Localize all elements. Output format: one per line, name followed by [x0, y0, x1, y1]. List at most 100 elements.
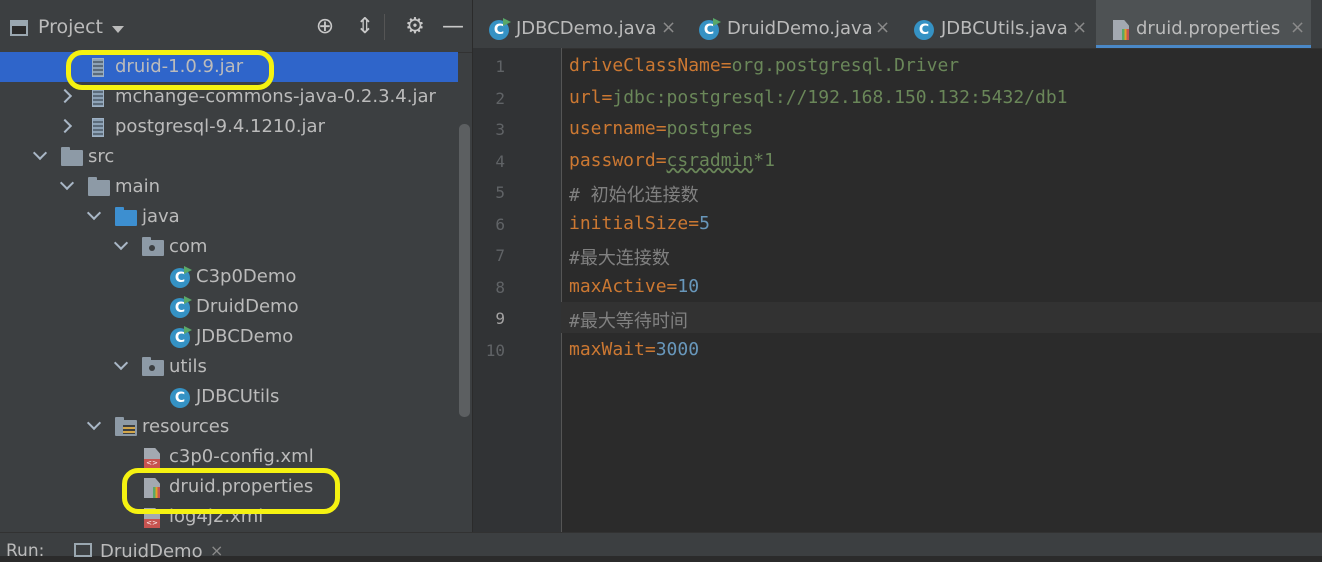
comment-line[interactable]: #最大等待时间: [569, 307, 688, 333]
package-icon: [142, 237, 164, 256]
tree-item[interactable]: main: [0, 172, 458, 202]
gear-icon[interactable]: ⚙: [402, 14, 428, 40]
tree-item-label: postgresql-9.4.1210.jar: [115, 116, 325, 137]
comment-line[interactable]: #最大连接数: [569, 244, 670, 270]
tree-item-label: JDBCUtils: [196, 386, 280, 407]
line-number-gutter: 1 2 3 4 5 6 7 8 9 10: [473, 48, 562, 532]
line-number: 2: [495, 89, 505, 108]
tree-item[interactable]: resources: [0, 412, 458, 442]
tree-item[interactable]: utils: [0, 352, 458, 382]
tree-item-label: JDBCDemo: [196, 326, 294, 347]
properties-file-icon: [1113, 20, 1129, 40]
equals-sign: =: [601, 87, 613, 108]
chevron-right-icon[interactable]: [57, 88, 73, 104]
comment-line[interactable]: # 初始化连接数: [569, 181, 699, 207]
resources-folder-icon: [115, 417, 137, 436]
tree-scrollbar[interactable]: [459, 124, 470, 417]
tree-item[interactable]: C C3p0Demo: [0, 262, 458, 292]
code-line[interactable]: url=jdbc:postgresql://192.168.150.132:54…: [569, 87, 1068, 108]
editor: C JDBCDemo.java × C DruidDemo.java × C J…: [473, 0, 1322, 532]
tab-jdbcutils[interactable]: C JDBCUtils.java ×: [896, 0, 1096, 48]
collapse-all-icon[interactable]: ⇕: [352, 14, 378, 40]
property-key: url: [569, 87, 602, 108]
tree-item-label: java: [142, 206, 180, 227]
project-panel: Project ⊕ ⇕ ⚙ — druid-1.0.9.jar mchange-…: [0, 0, 472, 532]
close-icon[interactable]: ×: [210, 541, 223, 560]
chevron-down-icon[interactable]: [112, 26, 124, 33]
code-line[interactable]: initialSize=5: [569, 213, 710, 234]
code-line[interactable]: password=csradmin*1: [569, 150, 775, 171]
property-value: postgres: [666, 118, 754, 139]
hide-icon[interactable]: —: [440, 14, 466, 40]
chevron-down-icon[interactable]: [59, 175, 75, 191]
tree-item[interactable]: src: [0, 142, 458, 172]
tree-item-label: src: [88, 146, 115, 167]
line-number: 10: [485, 341, 505, 360]
chevron-down-icon[interactable]: [113, 355, 129, 371]
package-icon: [142, 357, 164, 376]
chevron-right-icon[interactable]: [57, 118, 73, 134]
tab-jdbcdemo[interactable]: C JDBCDemo.java ×: [473, 0, 683, 48]
property-value: jdbc:postgresql://192.168.150.132:5432/d…: [612, 87, 1068, 108]
tab-druid-properties[interactable]: druid.properties ×: [1096, 0, 1311, 48]
code-line[interactable]: maxWait=3000: [569, 339, 699, 360]
tree-item[interactable]: java: [0, 202, 458, 232]
close-icon[interactable]: ×: [875, 17, 890, 38]
project-title[interactable]: Project: [38, 16, 103, 38]
close-icon[interactable]: ×: [1290, 17, 1305, 38]
chevron-down-icon[interactable]: [86, 415, 102, 431]
tree-item[interactable]: C JDBCDemo: [0, 322, 458, 352]
tree-item-label: utils: [169, 356, 207, 377]
project-header: Project ⊕ ⇕ ⚙ —: [0, 0, 472, 53]
close-icon[interactable]: ×: [1072, 17, 1087, 38]
line-number: 4: [495, 152, 505, 171]
property-value: csradmin: [666, 150, 754, 171]
chevron-down-icon[interactable]: [86, 205, 102, 221]
equals-sign: =: [688, 213, 700, 234]
line-number: 3: [495, 120, 505, 139]
property-value-suffix: *1: [753, 150, 775, 171]
code-line[interactable]: driveClassName=org.postgresql.Driver: [569, 55, 959, 76]
tree-item[interactable]: com: [0, 232, 458, 262]
java-class-icon: C: [170, 268, 190, 288]
equals-sign: =: [655, 118, 667, 139]
chevron-down-icon[interactable]: [32, 145, 48, 161]
line-number: 5: [495, 183, 505, 202]
line-number: 1: [495, 57, 505, 76]
tree-item[interactable]: C DruidDemo: [0, 292, 458, 322]
java-class-icon: C: [170, 328, 190, 348]
property-key: driveClassName: [569, 55, 721, 76]
property-key: maxWait: [569, 339, 645, 360]
highlight-marker: [66, 50, 274, 90]
project-window-icon: [10, 20, 28, 36]
equals-sign: =: [644, 339, 656, 360]
equals-sign: =: [720, 55, 732, 76]
property-value: 5: [699, 213, 710, 234]
tab-label: JDBCUtils.java: [941, 18, 1068, 39]
chevron-down-icon[interactable]: [113, 235, 129, 251]
source-folder-icon: [115, 207, 137, 226]
java-class-icon: C: [699, 20, 719, 40]
line-number: 8: [495, 278, 505, 297]
tree-item[interactable]: postgresql-9.4.1210.jar: [0, 112, 458, 142]
property-key: maxActive: [569, 276, 667, 297]
code-line[interactable]: maxActive=10: [569, 276, 699, 297]
locate-icon[interactable]: ⊕: [312, 14, 338, 40]
tab-label: JDBCDemo.java: [516, 18, 657, 39]
tab-druiddemo[interactable]: C DruidDemo.java ×: [683, 0, 896, 48]
tab-label: druid.properties: [1136, 18, 1281, 39]
property-value: 3000: [655, 339, 700, 360]
editor-tabs: C JDBCDemo.java × C DruidDemo.java × C J…: [473, 0, 1322, 49]
tree-item[interactable]: C JDBCUtils: [0, 382, 458, 412]
property-value: 10: [677, 276, 700, 297]
close-icon[interactable]: ×: [661, 17, 676, 38]
run-tab[interactable]: DruidDemo: [100, 541, 203, 562]
run-bar: Run: DruidDemo ×: [0, 532, 1322, 562]
equals-sign: =: [655, 150, 667, 171]
java-class-icon: C: [170, 388, 190, 408]
tree-item-label: c3p0-config.xml: [169, 446, 314, 467]
tree-item-label: C3p0Demo: [196, 266, 297, 287]
jar-icon: [92, 88, 104, 107]
java-class-icon: C: [489, 20, 509, 40]
code-line[interactable]: username=postgres: [569, 118, 753, 139]
